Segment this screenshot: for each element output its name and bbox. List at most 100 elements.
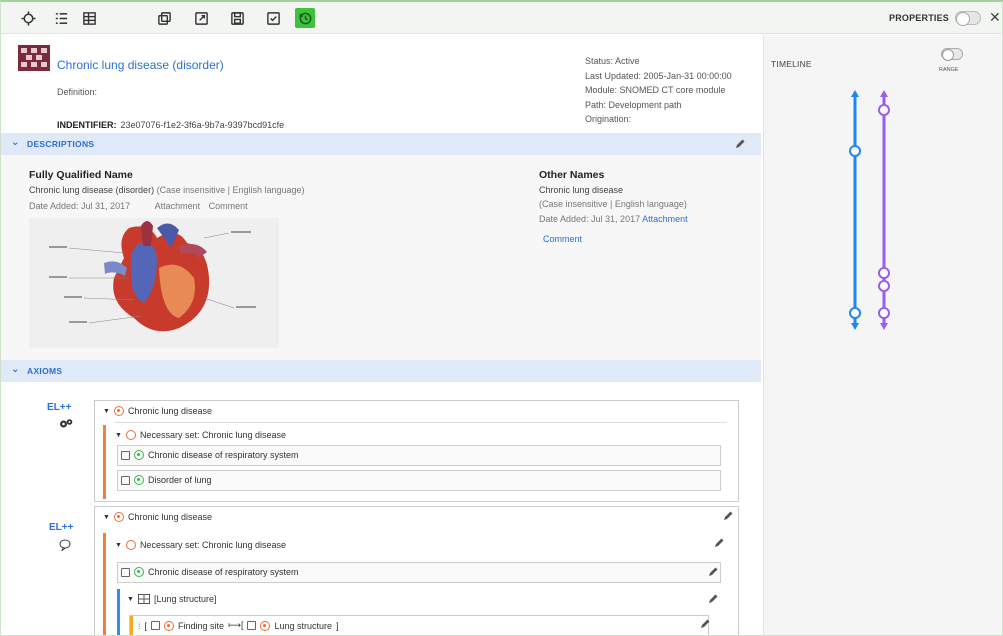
timeline-node[interactable] [849, 307, 861, 319]
other-names-heading: Other Names [539, 169, 605, 181]
timeline-node[interactable] [878, 267, 890, 279]
link-icon[interactable] [247, 621, 257, 630]
descriptions-section-header[interactable]: ⌄ DESCRIPTIONS [1, 133, 761, 155]
axiom-root-row[interactable]: ▼ Chronic lung disease [103, 512, 212, 522]
pencil-icon[interactable] [707, 593, 719, 605]
checkbox-icon[interactable] [263, 8, 283, 28]
role-row-box[interactable]: ⁞ [ Finding site ⟼[ Lung structure ] [129, 615, 709, 635]
timeline-node[interactable] [849, 145, 861, 157]
concept-circle-icon [113, 406, 124, 416]
timeline-node[interactable] [878, 280, 890, 292]
timeline-blue-track [851, 90, 859, 330]
axiom-item[interactable]: Disorder of lung [117, 470, 721, 491]
el-label: EL++ [49, 522, 74, 533]
link-icon[interactable] [121, 475, 130, 485]
role-value: Lung structure [274, 620, 333, 631]
other-attachment-link[interactable]: Attachment [642, 214, 688, 224]
open-external-icon[interactable] [191, 8, 211, 28]
speech-bubble-icon[interactable] [59, 539, 71, 551]
concept-green-icon [134, 475, 144, 485]
axiom-root-label: Chronic lung disease [127, 406, 212, 416]
axiom-item-label: Disorder of lung [148, 475, 212, 485]
el-label: EL++ [47, 402, 72, 413]
module-text: Module: SNOMED CT core module [585, 85, 726, 95]
toolbar: PROPERTIES ✕ [1, 2, 1002, 34]
concept-title[interactable]: Chronic lung disease (disorder) [57, 58, 224, 72]
link-icon[interactable] [151, 621, 161, 630]
fqn-date-line: Date Added: Jul 31, 2017 Attachment Comm… [29, 201, 248, 211]
timeline-panel: TIMELINE RANGE ⋮ [763, 35, 1002, 635]
pencil-icon[interactable] [713, 537, 725, 549]
fqn-attachment-link[interactable]: Attachment [155, 201, 201, 211]
role-open: [ [144, 620, 148, 631]
other-date: Date Added: Jul 31, 2017 [539, 214, 641, 224]
role-row[interactable]: ⁞ [ Finding site ⟼[ Lung structure ] [138, 620, 339, 631]
group-row[interactable]: ▼ [Lung structure] [127, 594, 216, 604]
set-circle-icon [125, 540, 136, 550]
axiom-root-row[interactable]: ▼ Chronic lung disease [103, 406, 212, 416]
identifier: INDENTIFIER: 23e07076-f1e2-3f6a-9b7a-9397… [57, 120, 284, 130]
app-window: PROPERTIES ✕ Chronic lung disease (disor… [0, 0, 1003, 636]
table-icon[interactable] [79, 8, 99, 28]
heart-illustration [29, 218, 279, 348]
other-comment-link[interactable]: Comment [543, 234, 582, 244]
grid-icon [137, 594, 150, 604]
group-bar [117, 589, 120, 635]
save-icon[interactable] [227, 8, 247, 28]
group-label: [Lung structure] [153, 594, 217, 604]
gears-icon[interactable] [59, 418, 73, 430]
axioms-section-header[interactable]: ⌄ AXIOMS [1, 360, 761, 382]
status-text: Status: Active [585, 56, 640, 66]
axiom-root-label: Chronic lung disease [127, 512, 212, 522]
necessary-set-bar [103, 425, 106, 499]
descriptions-body: Fully Qualified Name Chronic lung diseas… [1, 155, 761, 360]
set-circle-icon [125, 430, 136, 440]
other-name-meta: (Case insensitive | English language) [539, 199, 687, 209]
axiom-item-label: Chronic disease of respiratory system [148, 450, 299, 460]
pencil-icon[interactable] [699, 618, 711, 630]
necessary-set-row[interactable]: ▼ Necessary set: Chronic lung disease [115, 430, 286, 440]
necessary-set-row[interactable]: ▼ Necessary set: Chronic lung disease [115, 540, 286, 550]
fqn-meta: (Case insensitive | English language) [156, 185, 305, 195]
fqn-comment-link[interactable]: Comment [209, 201, 248, 211]
necessary-set-bar [103, 533, 106, 635]
definition-label: Definition: [57, 87, 98, 97]
concept-header: Chronic lung disease (disorder) Definiti… [1, 35, 761, 133]
concept-logo-icon [18, 45, 50, 71]
axiom-block: ▼ Chronic lung disease ▼ Necessary set: Ch… [94, 400, 739, 502]
axioms-body: EL++ ▼ Chronic lung disease ▼ Necessary se… [1, 382, 761, 635]
concept-circle-icon [113, 512, 124, 522]
concept-green-icon [134, 567, 144, 577]
copy-icon[interactable] [154, 8, 174, 28]
crosshair-icon[interactable] [18, 8, 38, 28]
identifier-value: 23e07076-f1e2-3f6a-9b7a-9397bcd91cfe [120, 120, 285, 130]
link-icon[interactable] [121, 450, 130, 460]
timeline-node[interactable] [878, 307, 890, 319]
axiom-block: ▼ Chronic lung disease ▼ Necessary set: Ch… [94, 506, 739, 635]
link-icon[interactable] [121, 567, 130, 577]
axiom-item[interactable]: Chronic disease of respiratory system [117, 562, 721, 583]
pencil-icon[interactable] [722, 510, 734, 522]
list-icon[interactable] [51, 8, 71, 28]
axiom-item[interactable]: Chronic disease of respiratory system [117, 445, 721, 466]
pencil-icon[interactable] [707, 566, 719, 578]
history-icon[interactable] [295, 8, 315, 28]
close-icon[interactable]: ✕ [989, 10, 1001, 24]
pencil-icon[interactable] [734, 138, 746, 150]
timeline-node[interactable] [878, 104, 890, 116]
chevron-down-icon[interactable]: ⌄ [11, 364, 20, 375]
path-text: Path: Development path [585, 99, 682, 110]
role-name: Finding site [178, 620, 225, 631]
role-arrow: ⟼[ [228, 620, 244, 630]
timeline-graph [849, 90, 890, 330]
origination-text: Origination: [585, 114, 632, 124]
other-date-line: Date Added: Jul 31, 2017 Attachment [539, 214, 688, 224]
identifier-label: INDENTIFIER: [57, 120, 117, 130]
axiom-item-label: Chronic disease of respiratory system [148, 567, 299, 577]
fqn-text: Chronic lung disease (disorder) [29, 185, 155, 195]
properties-toggle[interactable] [955, 11, 981, 26]
role-grip-icon[interactable]: ⁞ [138, 621, 141, 631]
chevron-down-icon[interactable]: ⌄ [11, 137, 20, 148]
properties-label: PROPERTIES [889, 13, 950, 23]
necessary-set-label: Necessary set: Chronic lung disease [139, 540, 287, 550]
